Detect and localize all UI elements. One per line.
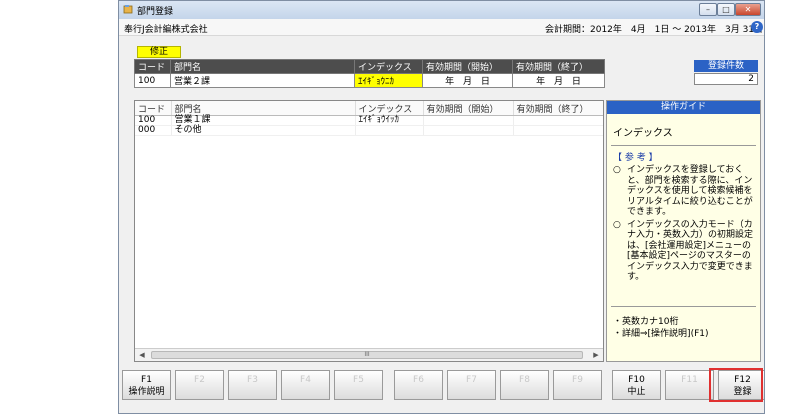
count-value: 2 xyxy=(694,73,758,85)
end-date-field[interactable]: 年 月 日 xyxy=(512,73,605,88)
operation-guide-panel: 操作ガイド インデックス 【 参 考 】 ○ インデックスを登録しておくと、部門… xyxy=(606,100,761,362)
function-key-name: F11 xyxy=(681,375,698,385)
function-key-f1-button[interactable]: F1 操作説明 xyxy=(122,370,171,400)
scroll-thumb[interactable]: III xyxy=(151,351,583,359)
row-code: 000 xyxy=(135,125,172,136)
list-header-start[interactable]: 有効期間（開始） xyxy=(423,101,514,116)
guide-note: ・詳細⇒[操作説明](F1) xyxy=(613,329,709,339)
row-index xyxy=(355,125,424,136)
help-icon[interactable]: ? xyxy=(751,21,763,33)
window-title: 部門登録 xyxy=(137,7,174,17)
row-start xyxy=(423,115,514,126)
function-key-f2-button[interactable]: F2 xyxy=(175,370,224,400)
list-header-index[interactable]: インデックス xyxy=(355,101,424,116)
fiscal-period: 会計期間：2012年 4月 1日 ～ 2013年 3月 31日 xyxy=(545,25,764,35)
guide-heading: インデックス xyxy=(613,128,673,139)
function-key-name: F10 xyxy=(628,375,645,385)
scroll-right-icon[interactable]: ▶ xyxy=(591,350,601,360)
list-header-code[interactable]: コード xyxy=(135,101,172,116)
scroll-left-icon[interactable]: ◀ xyxy=(137,350,147,360)
row-name: 営業１課 xyxy=(171,115,356,126)
list-header-end[interactable]: 有効期間（終了） xyxy=(513,101,603,116)
function-key-f3-button[interactable]: F3 xyxy=(228,370,277,400)
table-row[interactable]: 000 その他 xyxy=(135,125,603,136)
title-bar: 部門登録 – □ ✕ xyxy=(119,1,764,20)
list-header-name[interactable]: 部門名 xyxy=(171,101,356,116)
name-field[interactable]: 営業２課 xyxy=(170,73,355,88)
row-end xyxy=(513,115,603,126)
edit-header-start: 有効期間（開始） xyxy=(422,59,513,74)
edit-header-name: 部門名 xyxy=(170,59,355,74)
index-field[interactable]: ｴｲｷﾞｮｳﾆｶ xyxy=(354,73,423,88)
function-key-bar: F1 操作説明 F2 F3 F4 F5 F6 F7 F8 F9 F10 中止 F11 F12 登録 xyxy=(122,370,764,402)
row-name: その他 xyxy=(171,125,356,136)
maximize-button[interactable]: □ xyxy=(717,3,735,16)
function-key-name: F5 xyxy=(353,375,364,385)
function-key-name: F7 xyxy=(466,375,477,385)
app-icon xyxy=(123,5,133,14)
start-date-field[interactable]: 年 月 日 xyxy=(422,73,513,88)
function-key-f10-button[interactable]: F10 中止 xyxy=(612,370,661,400)
guide-header: 操作ガイド xyxy=(607,101,760,114)
app-window: 部門登録 – □ ✕ 奉行J会計編株式会社 会計期間：2012年 4月 1日 ～… xyxy=(118,0,765,414)
row-index: ｴｲｷﾞｮｳｲｯｶ xyxy=(355,115,424,126)
bullet-circle-icon: ○ xyxy=(613,165,621,175)
function-key-name: F3 xyxy=(247,375,258,385)
horizontal-scrollbar[interactable]: ◀ III ▶ xyxy=(135,348,603,361)
function-key-name: F4 xyxy=(300,375,311,385)
guide-divider xyxy=(611,306,756,307)
edit-header-index: インデックス xyxy=(354,59,423,74)
function-key-name: F8 xyxy=(519,375,530,385)
function-key-name: F6 xyxy=(413,375,424,385)
list-table: コード 部門名 インデックス 有効期間（開始） 有効期間（終了） 100 営業１… xyxy=(135,101,603,136)
row-code: 100 xyxy=(135,115,172,126)
f12-highlight-frame xyxy=(709,368,763,402)
function-key-name: F1 xyxy=(141,375,152,385)
function-key-name: F2 xyxy=(194,375,205,385)
info-bar: 奉行J会計編株式会社 会計期間：2012年 4月 1日 ～ 2013年 3月 3… xyxy=(119,19,764,36)
guide-bullet-text: インデックスを登録しておくと、部門を検索する際に、インデックスを使用して検索候補… xyxy=(627,165,753,217)
guide-bullet: ○ インデックスを登録しておくと、部門を検索する際に、インデックスを使用して検索… xyxy=(613,165,756,218)
function-key-f9-button[interactable]: F9 xyxy=(553,370,602,400)
code-field[interactable]: 100 xyxy=(134,73,171,88)
edit-header-code: コード xyxy=(134,59,171,74)
function-key-f6-button[interactable]: F6 xyxy=(394,370,443,400)
function-key-label: 操作説明 xyxy=(128,387,165,397)
mode-badge: 修正 xyxy=(137,46,181,58)
guide-reference-label: 【 参 考 】 xyxy=(613,153,658,163)
guide-bullet-text: インデックスの入力モード（カナ入力・英数入力）の初期設定は、[会社運用設定]メニ… xyxy=(627,219,754,283)
guide-bullet: ○ インデックスの入力モード（カナ入力・英数入力）の初期設定は、[会社運用設定]… xyxy=(613,220,756,283)
function-key-label: 中止 xyxy=(627,387,646,397)
function-key-f8-button[interactable]: F8 xyxy=(500,370,549,400)
guide-divider xyxy=(611,145,756,146)
function-key-f4-button[interactable]: F4 xyxy=(281,370,330,400)
function-key-f5-button[interactable]: F5 xyxy=(334,370,383,400)
minimize-button[interactable]: – xyxy=(699,3,717,16)
count-label: 登録件数 xyxy=(694,60,758,72)
edit-header-end: 有効期間（終了） xyxy=(512,59,605,74)
function-key-f7-button[interactable]: F7 xyxy=(447,370,496,400)
function-key-name: F9 xyxy=(572,375,583,385)
function-key-f11-button[interactable]: F11 xyxy=(665,370,714,400)
department-list[interactable]: コード 部門名 インデックス 有効期間（開始） 有効期間（終了） 100 営業１… xyxy=(134,100,604,362)
row-end xyxy=(513,125,603,136)
row-start xyxy=(423,125,514,136)
close-button[interactable]: ✕ xyxy=(735,3,761,16)
company-name: 奉行J会計編株式会社 xyxy=(124,25,208,35)
edit-form: コード 部門名 インデックス 有効期間（開始） 有効期間（終了） 100 営業２… xyxy=(134,59,605,88)
table-row[interactable]: 100 営業１課 ｴｲｷﾞｮｳｲｯｶ xyxy=(135,115,603,126)
bullet-circle-icon: ○ xyxy=(613,219,621,230)
